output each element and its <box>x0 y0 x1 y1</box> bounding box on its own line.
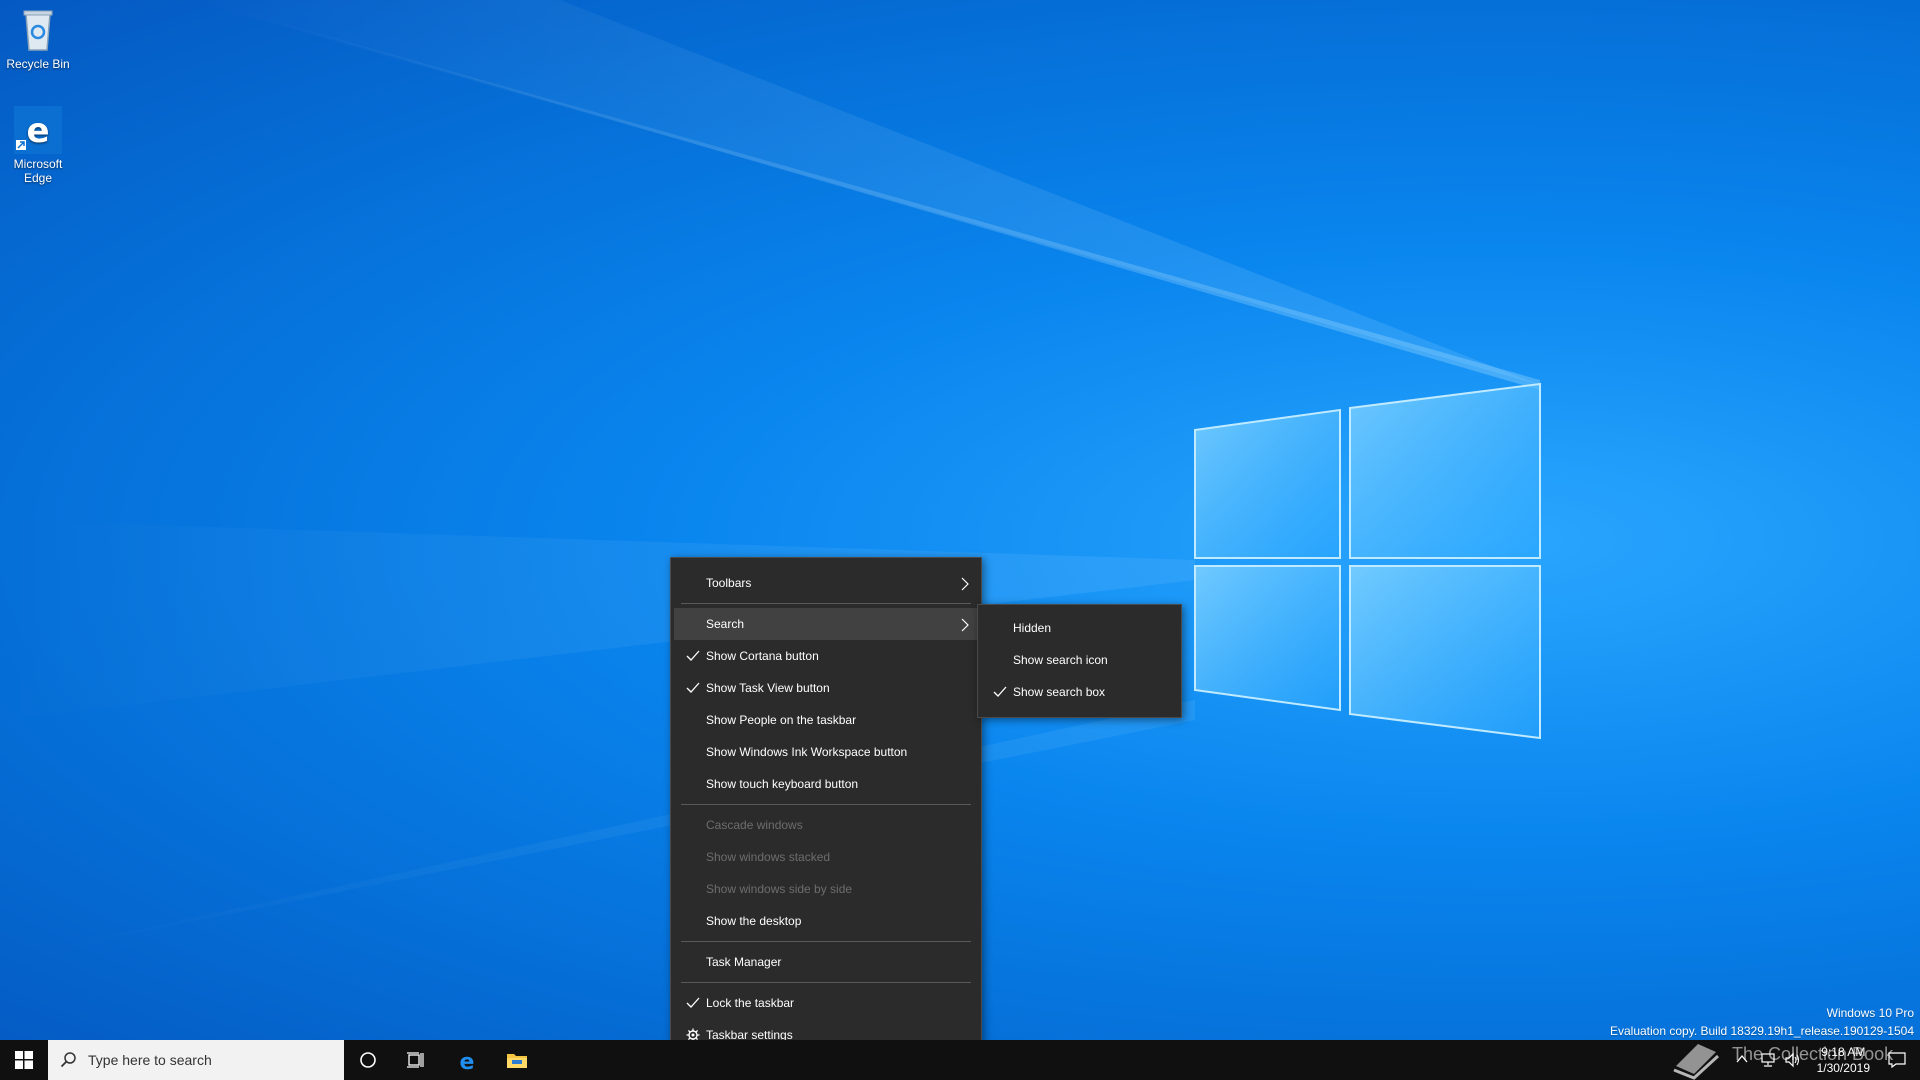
desktop-icon-edge[interactable]: e Microsoft Edge <box>4 106 72 185</box>
taskbar[interactable]: Type here to search e 9:18 AM 1/30/2019 <box>0 1040 1920 1080</box>
start-button[interactable] <box>0 1040 48 1080</box>
menu-item-label: Show People on the taskbar <box>706 713 857 727</box>
menu-item-label: Show Windows Ink Workspace button <box>706 745 908 759</box>
taskbar-edge-button[interactable]: e <box>442 1040 490 1080</box>
file-explorer-icon <box>507 1054 527 1068</box>
svg-text:e: e <box>460 1050 475 1072</box>
brand-text: The Collection Book <box>1732 1044 1894 1064</box>
checkmark-icon <box>686 682 700 693</box>
menu-item-show-cortana-button[interactable]: Show Cortana button <box>674 640 978 672</box>
cortana-icon <box>360 1052 376 1068</box>
menu-item-label: Cascade windows <box>706 818 803 832</box>
menu-item-cascade-windows: Cascade windows <box>674 809 978 841</box>
book-logo-icon <box>1673 1044 1720 1080</box>
checkmark-icon <box>993 686 1007 697</box>
recycle-bin-icon <box>23 10 53 51</box>
chevron-right-icon <box>961 577 969 591</box>
menu-item-show-windows-ink[interactable]: Show Windows Ink Workspace button <box>674 736 978 768</box>
edge-icon: e <box>460 1050 475 1072</box>
menu-item-label: Hidden <box>1013 621 1052 635</box>
menu-item-show-windows-side-by-side: Show windows side by side <box>674 873 978 905</box>
menu-item-search[interactable]: Search <box>674 608 978 640</box>
menu-item-toolbars[interactable]: Toolbars <box>674 567 978 599</box>
taskbar-context-menu: Toolbars Search Show Cortana button Show… <box>670 557 982 1057</box>
search-placeholder: Type here to search <box>88 1052 212 1068</box>
start-icon <box>15 1051 33 1069</box>
menu-item-label: Show search icon <box>1013 653 1108 667</box>
menu-separator <box>681 804 971 805</box>
menu-item-show-touch-keyboard[interactable]: Show touch keyboard button <box>674 768 978 800</box>
menu-separator <box>681 941 971 942</box>
menu-item-label: Search <box>706 617 745 631</box>
menu-item-label: Toolbars <box>706 576 752 590</box>
menu-item-label: Show touch keyboard button <box>706 777 859 791</box>
menu-item-lock-the-taskbar[interactable]: Lock the taskbar <box>674 987 978 1019</box>
desktop-icon-label: Microsoft Edge <box>13 157 63 185</box>
menu-item-show-windows-stacked: Show windows stacked <box>674 841 978 873</box>
menu-item-task-manager[interactable]: Task Manager <box>674 946 978 978</box>
menu-item-label: Show windows side by side <box>706 882 853 896</box>
task-view-button[interactable] <box>392 1040 440 1080</box>
menu-item-label: Show Cortana button <box>706 649 819 663</box>
brand-watermark: The Collection Book <box>1668 1036 1908 1080</box>
cortana-button[interactable] <box>344 1040 392 1080</box>
menu-item-label: Show Task View button <box>706 681 830 695</box>
submenu-item-hidden[interactable]: Hidden <box>981 612 1178 644</box>
file-explorer-button[interactable] <box>492 1040 540 1080</box>
menu-item-label: Lock the taskbar <box>706 996 795 1010</box>
search-icon <box>60 1052 76 1068</box>
watermark-edition: Windows 10 Pro <box>1826 1006 1914 1020</box>
menu-item-label: Task Manager <box>706 955 782 969</box>
windows-watermark: Windows 10 Pro Evaluation copy. Build 18… <box>1610 1004 1914 1040</box>
menu-item-show-task-view-button[interactable]: Show Task View button <box>674 672 978 704</box>
chevron-right-icon <box>961 618 969 632</box>
desktop-icon-recycle-bin[interactable]: Recycle Bin <box>4 6 72 71</box>
taskbar-search-box[interactable]: Type here to search <box>48 1040 344 1080</box>
desktop-icon-label: Recycle Bin <box>6 57 70 71</box>
menu-item-label: Show search box <box>1013 685 1106 699</box>
task-view-icon <box>407 1052 424 1068</box>
search-submenu: Hidden Show search icon Show search box <box>977 604 1182 718</box>
checkmark-icon <box>686 997 700 1008</box>
edge-icon: e <box>14 106 62 154</box>
menu-item-label: Show windows stacked <box>706 850 831 864</box>
menu-separator <box>681 603 971 604</box>
menu-item-label: Show the desktop <box>706 914 802 928</box>
submenu-item-show-search-icon[interactable]: Show search icon <box>981 644 1178 676</box>
menu-separator <box>681 982 971 983</box>
checkmark-icon <box>686 650 700 661</box>
menu-item-show-people[interactable]: Show People on the taskbar <box>674 704 978 736</box>
submenu-item-show-search-box[interactable]: Show search box <box>981 676 1178 708</box>
svg-text:e: e <box>26 111 49 151</box>
menu-item-show-the-desktop[interactable]: Show the desktop <box>674 905 978 937</box>
